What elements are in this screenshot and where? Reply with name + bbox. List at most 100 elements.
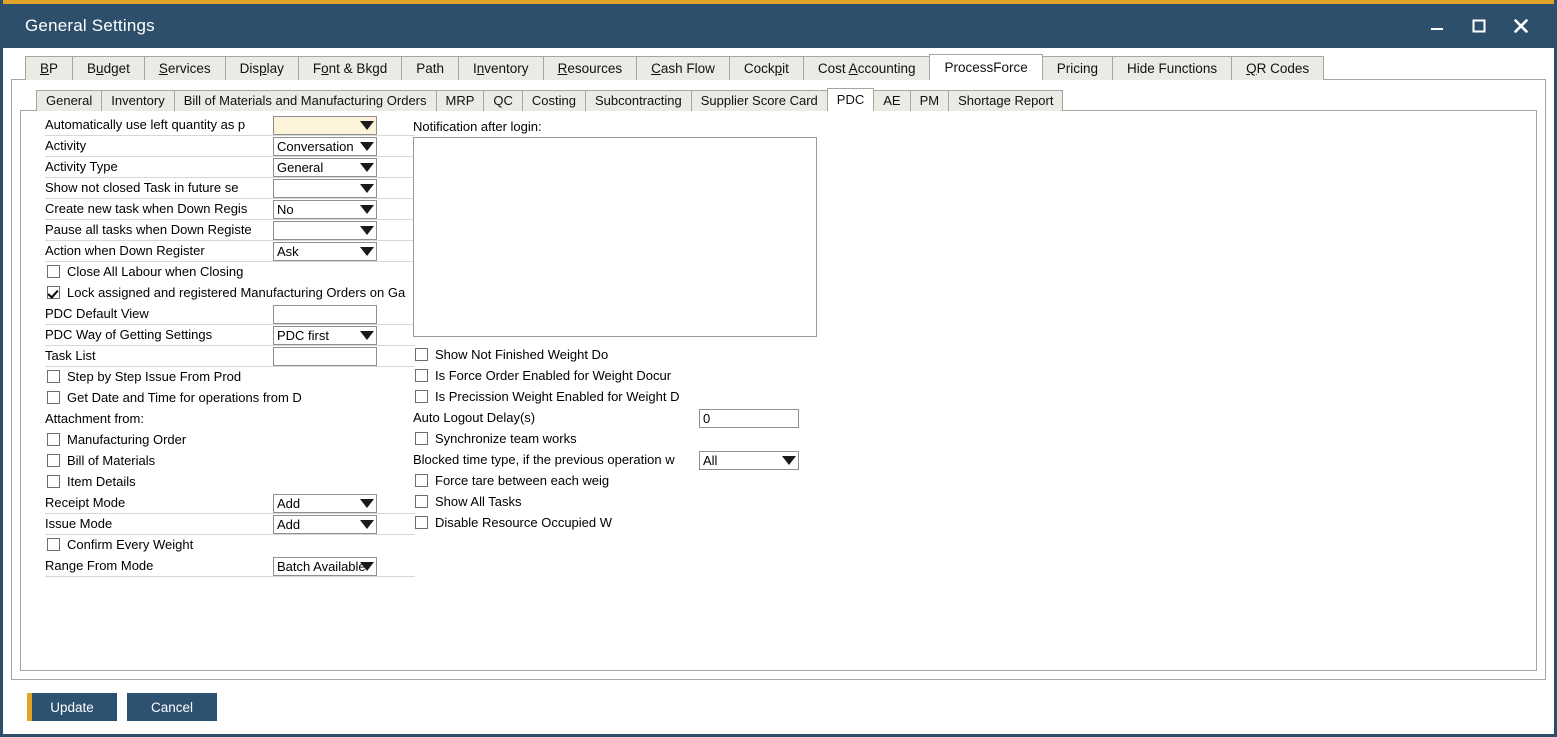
maximize-icon[interactable]: [1468, 15, 1490, 37]
value-action-when-down-register: Ask: [277, 244, 299, 259]
subtab-costing[interactable]: Costing: [522, 90, 586, 111]
label-show-all-tasks: Show All Tasks: [435, 494, 683, 509]
chevron-down-icon[interactable]: [360, 184, 374, 193]
tab-pricing[interactable]: Pricing: [1042, 56, 1113, 80]
dropdown-activity[interactable]: Conversation: [273, 137, 377, 156]
checkbox-attachment-item-details[interactable]: [47, 475, 60, 488]
minimize-icon[interactable]: [1426, 15, 1448, 37]
page-title: General Settings: [25, 16, 1426, 36]
field-row-task-list: Task List: [35, 346, 415, 367]
checkbox-row-attachment-item-details: Item Details: [35, 472, 415, 493]
notification-textarea[interactable]: [413, 137, 817, 337]
dropdown-activity-type[interactable]: General: [273, 158, 377, 177]
label-synchronize-team-works: Synchronize team works: [435, 431, 683, 446]
label-attachment-manufacturing-order: Manufacturing Order: [67, 432, 437, 447]
tab-hide-functions[interactable]: Hide Functions: [1112, 56, 1232, 80]
input-pdc-default-view[interactable]: [273, 305, 377, 324]
tab-cockpit[interactable]: Cockpit: [729, 56, 804, 80]
chevron-down-icon[interactable]: [360, 520, 374, 529]
chevron-down-icon[interactable]: [360, 163, 374, 172]
subtab-pdc[interactable]: PDC: [827, 88, 874, 111]
chevron-down-icon[interactable]: [360, 226, 374, 235]
subtab-bill-of-materials-and-manufacturing-orders[interactable]: Bill of Materials and Manufacturing Orde…: [174, 90, 437, 111]
checkbox-close-all-labour-when-closing[interactable]: [47, 265, 60, 278]
checkbox-get-date-time-operations[interactable]: [47, 391, 60, 404]
dropdown-create-new-task-down-register[interactable]: No: [273, 200, 377, 219]
subtab-subcontracting[interactable]: Subcontracting: [585, 90, 692, 111]
chevron-down-icon[interactable]: [360, 247, 374, 256]
checkbox-step-by-step-issue-from-prod[interactable]: [47, 370, 60, 383]
chevron-down-icon[interactable]: [360, 562, 374, 571]
label-pdc-default-view: PDC Default View: [45, 306, 277, 321]
notification-label: Notification after login:: [413, 119, 542, 134]
chevron-down-icon[interactable]: [782, 456, 796, 465]
checkbox-is-force-order-enabled-weight-doc[interactable]: [415, 369, 428, 382]
dropdown-blocked-time-type[interactable]: All: [699, 451, 799, 470]
dropdown-receipt-mode[interactable]: Add: [273, 494, 377, 513]
tab-qr-codes[interactable]: QR Codes: [1231, 56, 1324, 80]
subtab-general[interactable]: General: [36, 90, 102, 111]
checkbox-synchronize-team-works[interactable]: [415, 432, 428, 445]
label-auto-logout-delay: Auto Logout Delay(s): [413, 410, 699, 425]
checkbox-lock-assigned-registered-mo-gantt[interactable]: [47, 286, 60, 299]
tab-cost-accounting[interactable]: Cost Accounting: [803, 56, 931, 80]
label-range-from-mode: Range From Mode: [45, 558, 277, 573]
input-task-list[interactable]: [273, 347, 377, 366]
checkbox-force-tare-between-each-weigh[interactable]: [415, 474, 428, 487]
checkbox-confirm-every-weight[interactable]: [47, 538, 60, 551]
dropdown-range-from-mode[interactable]: Batch Available: [273, 557, 377, 576]
cancel-button[interactable]: Cancel: [127, 693, 217, 721]
update-button[interactable]: Update: [27, 693, 117, 721]
field-row-blocked-time-type: Blocked time type, if the previous opera…: [411, 450, 851, 471]
checkbox-show-not-finished-weight-doc[interactable]: [415, 348, 428, 361]
label-blocked-time-type: Blocked time type, if the previous opera…: [413, 452, 699, 467]
dropdown-action-when-down-register[interactable]: Ask: [273, 242, 377, 261]
tab-display[interactable]: Display: [225, 56, 299, 80]
tab-budget[interactable]: Budget: [72, 56, 145, 80]
checkbox-attachment-manufacturing-order[interactable]: [47, 433, 60, 446]
input-auto-logout-delay[interactable]: 0: [699, 409, 799, 428]
tab-path[interactable]: Path: [401, 56, 459, 80]
dropdown-show-not-closed-task[interactable]: [273, 179, 377, 198]
tab-services[interactable]: Services: [144, 56, 226, 80]
label-is-force-order-enabled-weight-doc: Is Force Order Enabled for Weight Docur: [435, 368, 683, 383]
subtab-inventory[interactable]: Inventory: [101, 90, 174, 111]
subtab-ae[interactable]: AE: [873, 90, 910, 111]
dropdown-auto-left-quantity[interactable]: [273, 116, 377, 135]
tab-resources[interactable]: Resources: [543, 56, 638, 80]
subtab-pm[interactable]: PM: [910, 90, 950, 111]
label-disable-resource-occupied-w: Disable Resource Occupied W: [435, 515, 683, 530]
field-row-issue-mode: Issue ModeAdd: [35, 514, 415, 535]
row-divider: [45, 576, 415, 577]
chevron-down-icon[interactable]: [360, 121, 374, 130]
chevron-down-icon[interactable]: [360, 142, 374, 151]
tab-bp[interactable]: BP: [25, 56, 73, 80]
dropdown-issue-mode[interactable]: Add: [273, 515, 377, 534]
value-activity-type: General: [277, 160, 323, 175]
checkbox-row-get-date-time-operations: Get Date and Time for operations from D: [35, 388, 415, 409]
subtab-mrp[interactable]: MRP: [436, 90, 485, 111]
checkbox-attachment-bill-of-materials[interactable]: [47, 454, 60, 467]
tab-cash-flow[interactable]: Cash Flow: [636, 56, 730, 80]
checkbox-row-synchronize-team-works: Synchronize team works: [411, 429, 851, 450]
tab-font-bkgd[interactable]: Font & Bkgd: [298, 56, 402, 80]
tab-inventory[interactable]: Inventory: [458, 56, 544, 80]
subtab-qc[interactable]: QC: [483, 90, 523, 111]
label-close-all-labour-when-closing: Close All Labour when Closing: [67, 264, 437, 279]
subtab-shortage-report[interactable]: Shortage Report: [948, 90, 1063, 111]
subtab-supplier-score-card[interactable]: Supplier Score Card: [691, 90, 828, 111]
checkbox-row-force-tare-between-each-weigh: Force tare between each weig: [411, 471, 851, 492]
dropdown-pause-all-tasks-down-register[interactable]: [273, 221, 377, 240]
tab-processforce[interactable]: ProcessForce: [929, 54, 1042, 80]
checkbox-show-all-tasks[interactable]: [415, 495, 428, 508]
chevron-down-icon[interactable]: [360, 499, 374, 508]
chevron-down-icon[interactable]: [360, 205, 374, 214]
checkbox-is-precission-weight-enabled[interactable]: [415, 390, 428, 403]
client-area: BPBudgetServicesDisplayFont & BkgdPathIn…: [3, 48, 1554, 734]
dropdown-pdc-way-of-getting-settings[interactable]: PDC first: [273, 326, 377, 345]
field-row-action-when-down-register: Action when Down RegisterAsk: [35, 241, 415, 262]
label-force-tare-between-each-weigh: Force tare between each weig: [435, 473, 683, 488]
chevron-down-icon[interactable]: [360, 331, 374, 340]
close-icon[interactable]: [1510, 15, 1532, 37]
checkbox-disable-resource-occupied-w[interactable]: [415, 516, 428, 529]
